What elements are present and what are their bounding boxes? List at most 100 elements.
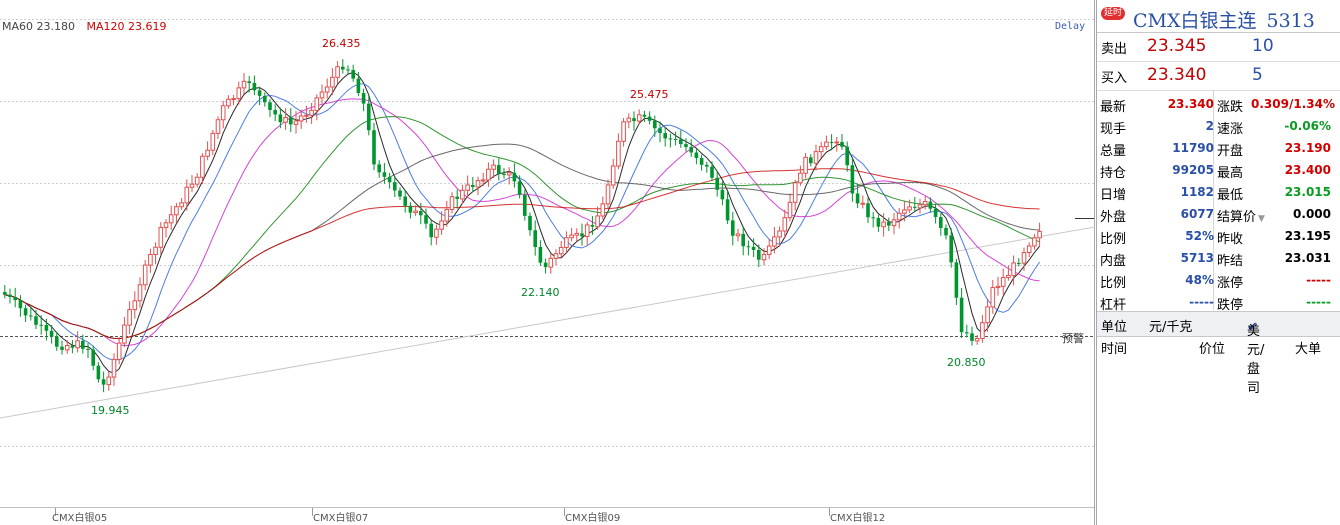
candle-body: [679, 139, 683, 145]
candle-body: [580, 233, 584, 237]
candle-body: [142, 264, 148, 286]
candle-body: [231, 98, 236, 101]
candle-body: [777, 230, 782, 238]
candle-body: [361, 92, 366, 104]
stat-value: 23.015: [1284, 185, 1331, 199]
candle-body: [382, 172, 387, 177]
candle-body: [377, 164, 381, 173]
candle-body: [751, 246, 756, 250]
candle-body: [1037, 230, 1042, 239]
bid-row: 买入 23.340 5: [1097, 62, 1340, 91]
candle-body: [725, 199, 730, 221]
candle-body: [803, 156, 808, 174]
x-label-07: CMX白银07: [313, 513, 369, 524]
candle-body: [398, 190, 402, 197]
candle-body: [153, 246, 158, 256]
stat-value: 23.400: [1284, 163, 1331, 177]
candle-body: [471, 184, 475, 188]
candle-body: [127, 309, 132, 326]
candle-body: [174, 206, 179, 216]
candle-body: [137, 284, 143, 302]
candle-body: [642, 114, 647, 117]
candle-body: [974, 337, 980, 342]
candle-body: [55, 336, 59, 347]
candle-body: [1026, 245, 1032, 254]
candle-body: [210, 132, 216, 151]
candle-body: [309, 109, 314, 116]
candle-body: [965, 332, 969, 334]
candle-body: [387, 176, 392, 183]
candle-body: [818, 146, 824, 153]
quote-stats: 最新 23.340 涨跌 0.309/1.34% 现手 2 速涨 -0.06% 总量 1179…: [1097, 91, 1340, 313]
candle-body: [616, 140, 621, 167]
candle-body: [928, 201, 933, 209]
x-label-05: CMX白银05: [52, 513, 108, 524]
candle-body: [273, 109, 277, 115]
candle-body: [907, 206, 912, 211]
unit-option-cny[interactable]: 元/千克: [1149, 316, 1192, 335]
stat-label: 最高: [1217, 166, 1244, 181]
candle-body: [543, 262, 548, 268]
candle-body: [699, 158, 704, 165]
stat-value: 52%: [1185, 229, 1214, 243]
candle-body: [746, 246, 751, 248]
kline-chart-area[interactable]: MA60 23.180 MA120 23.619 Delay 预警 26.435…: [0, 0, 1095, 525]
candle-body: [236, 87, 242, 100]
candle-body: [298, 115, 304, 122]
candle-body: [257, 90, 262, 96]
candle-body: [341, 66, 345, 70]
stat-value: 23.190: [1284, 141, 1331, 155]
stat-value: 0.309/1.34%: [1251, 97, 1335, 111]
stat-label: 最低: [1217, 188, 1244, 203]
candle-body: [574, 232, 580, 236]
stat-value: -----: [1306, 273, 1331, 287]
candle-body: [787, 201, 793, 219]
candle-body: [96, 365, 101, 380]
bid-volume: 5: [1252, 65, 1263, 85]
candle-body: [304, 114, 309, 117]
stat-row: 比例 48% 涨停 -----: [1097, 269, 1340, 291]
candle-body: [289, 117, 293, 125]
delay-label: Delay: [1055, 21, 1086, 32]
stat-label: 比例: [1100, 232, 1127, 247]
candle-body: [314, 97, 320, 111]
candle-body: [439, 220, 444, 230]
candle-body: [824, 141, 829, 148]
candle-body: [995, 285, 1001, 289]
stat-label: 涨跌: [1217, 100, 1244, 115]
candle-body: [798, 172, 803, 184]
candle-body: [523, 194, 527, 216]
candle-body: [632, 118, 636, 122]
candle-body: [761, 253, 767, 261]
candle-body: [944, 227, 948, 236]
candle-body: [548, 257, 554, 268]
candle-body: [475, 180, 481, 188]
stat-value: 23.340: [1167, 97, 1214, 111]
candle-body: [252, 83, 257, 91]
candle-body: [689, 147, 693, 153]
candle-body: [506, 172, 512, 176]
candle-body: [990, 287, 996, 308]
candle-body: [902, 209, 907, 214]
candle-body: [829, 142, 834, 144]
ma60-label: MA60 23.180: [2, 20, 75, 33]
trough-label-1: 19.945: [91, 404, 130, 417]
kline-chart[interactable]: [0, 0, 1095, 525]
candle-body: [486, 168, 491, 181]
candle-body: [887, 222, 891, 226]
candle-body: [158, 226, 164, 248]
candle-body: [933, 208, 938, 218]
col-time: 时间: [1101, 342, 1128, 357]
candle-body: [106, 376, 112, 386]
candle-body: [949, 235, 953, 263]
candle-body: [220, 105, 226, 121]
candle-body: [449, 196, 455, 210]
instrument-title[interactable]: CMX白银主连 5313: [1133, 6, 1315, 33]
candle-body: [413, 210, 418, 214]
candle-body: [403, 196, 407, 206]
stat-value: 23.031: [1284, 251, 1331, 265]
candle-body: [319, 91, 325, 99]
candle-body: [917, 204, 923, 209]
candle-body: [876, 217, 881, 227]
stat-value: 99205: [1172, 163, 1214, 177]
